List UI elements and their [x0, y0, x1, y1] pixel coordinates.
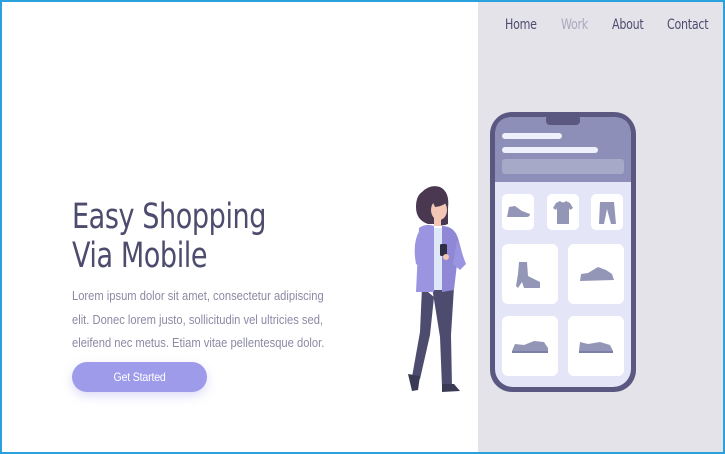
- woman-figure: [408, 186, 466, 392]
- page-frame: Home Work About Contact Easy Shopping Vi…: [0, 0, 725, 454]
- phone-mockup: [490, 112, 636, 392]
- shopping-illustration: [408, 112, 636, 392]
